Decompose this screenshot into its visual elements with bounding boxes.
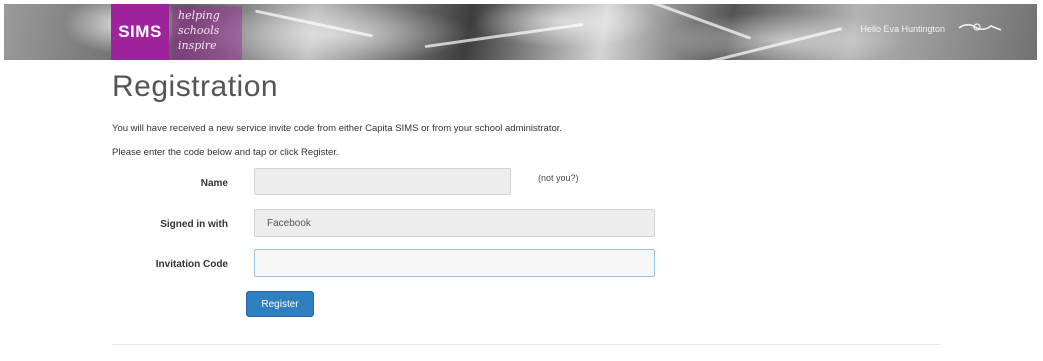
banner-decoration: [705, 27, 843, 60]
not-you-link[interactable]: (not you?): [538, 173, 579, 183]
banner-decoration: [646, 4, 752, 40]
invitation-code-input[interactable]: [254, 249, 655, 277]
page-title: Registration: [112, 70, 279, 103]
logo-tagline: helping schools inspire: [172, 6, 242, 60]
banner-decoration: [424, 22, 584, 49]
banner-decoration: [254, 9, 374, 38]
tagline-word: helping: [178, 9, 220, 22]
tagline-word: inspire: [178, 39, 217, 52]
user-menu-icon[interactable]: [957, 18, 1003, 38]
signed-in-label: Signed in with: [160, 219, 228, 230]
user-greeting[interactable]: Hello Eva Huntington: [860, 24, 945, 34]
name-label: Name: [200, 178, 228, 189]
signed-in-field[interactable]: [254, 209, 655, 237]
tagline-word: schools: [178, 24, 220, 37]
name-field[interactable]: [254, 168, 511, 195]
footer-divider: [112, 344, 940, 345]
sims-logo[interactable]: SIMS: [111, 4, 169, 60]
intro-text: You will have received a new service inv…: [112, 123, 563, 134]
invitation-code-label: Invitation Code: [155, 259, 228, 270]
register-button[interactable]: Register: [246, 291, 314, 317]
instruction-text: Please enter the code below and tap or c…: [112, 147, 339, 158]
